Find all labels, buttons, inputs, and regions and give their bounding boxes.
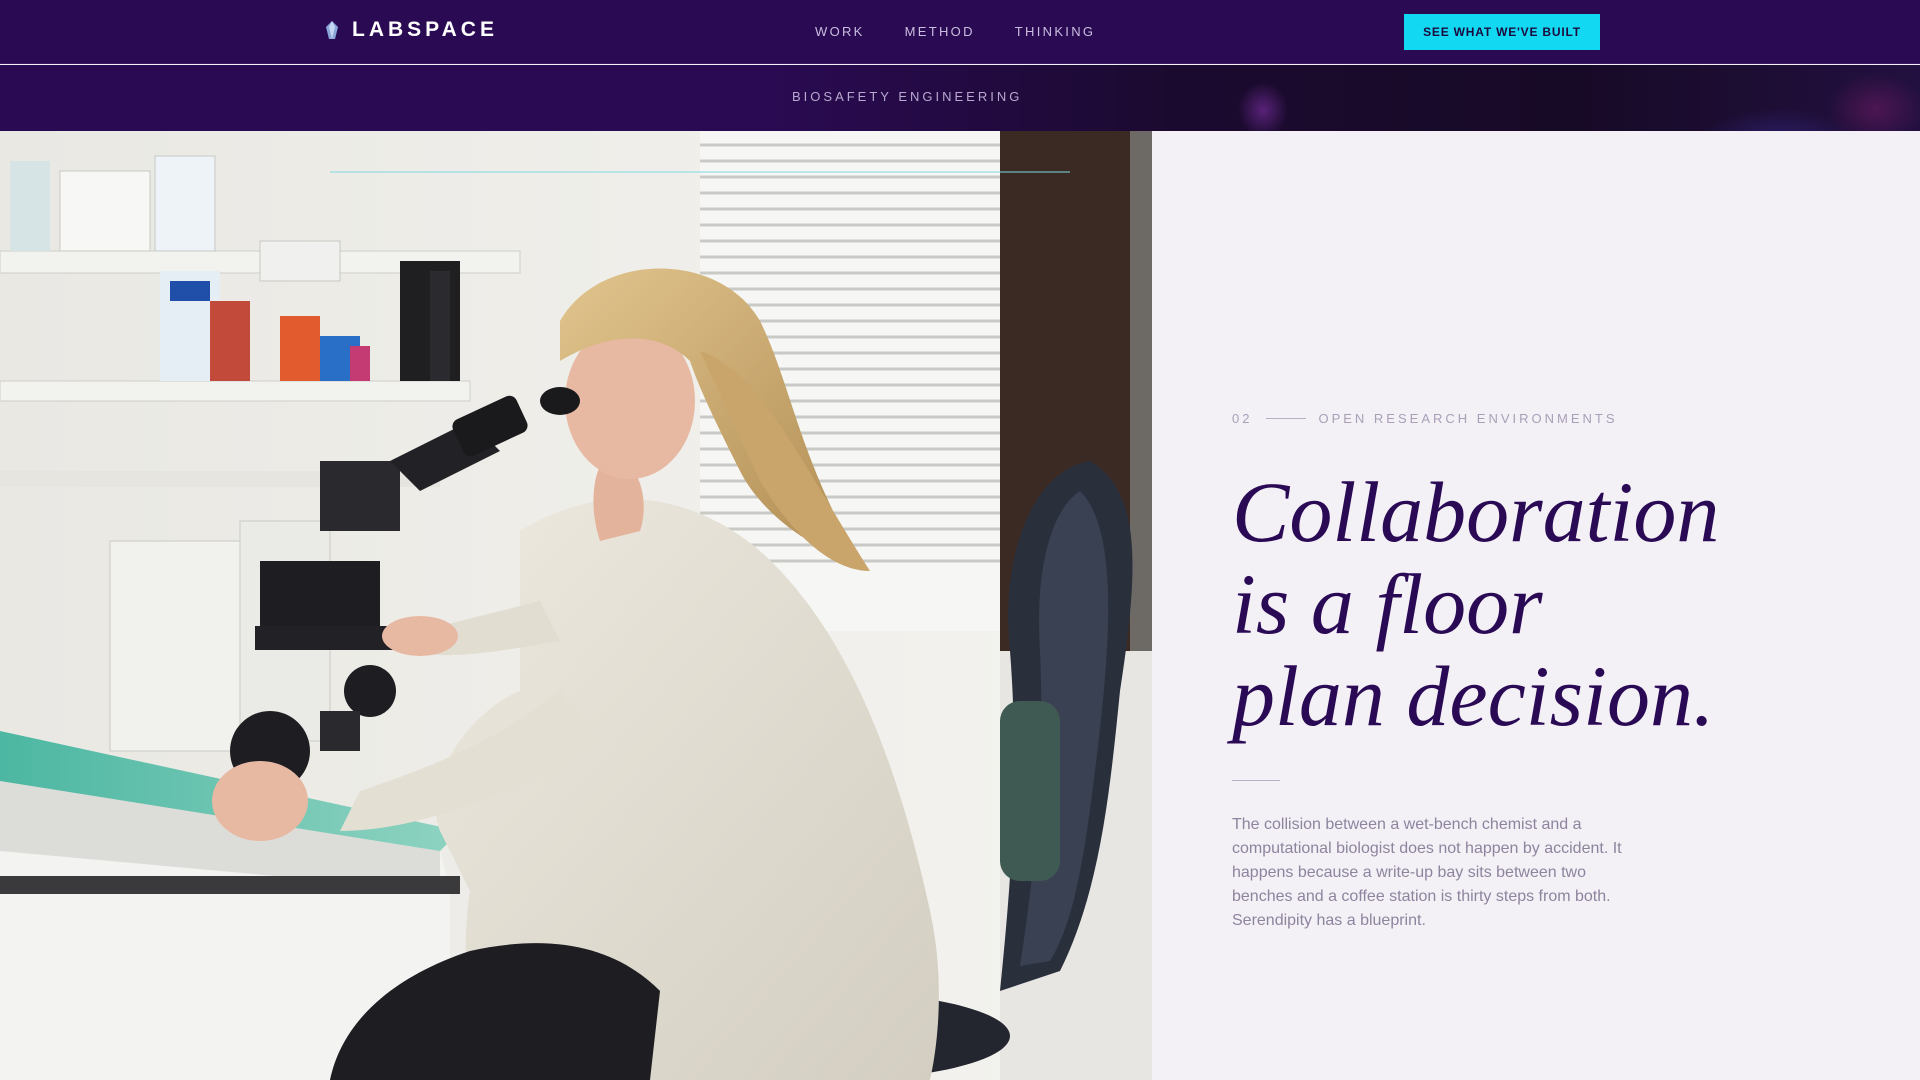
nav-link-thinking[interactable]: THINKING (1015, 24, 1096, 39)
page: LABSPACE WORK METHOD THINKING SEE WHAT W… (0, 0, 1920, 1080)
brand-logo[interactable]: LABSPACE (326, 18, 498, 42)
nav-link-work[interactable]: WORK (815, 24, 865, 39)
eyebrow-divider (1266, 418, 1307, 419)
section-kicker: OPEN RESEARCH ENVIRONMENTS (1318, 411, 1618, 426)
section-number: 02 (1232, 411, 1253, 426)
primary-nav: WORK METHOD THINKING (815, 24, 1135, 39)
feature-panel: 02 OPEN RESEARCH ENVIRONMENTS Collaborat… (1152, 131, 1920, 1080)
lab-scientist-image (0, 131, 1152, 1080)
brand-name: LABSPACE (352, 18, 498, 41)
top-nav: LABSPACE WORK METHOD THINKING SEE WHAT W… (0, 0, 1920, 64)
crystal-icon (326, 21, 338, 39)
headline-line-3: plan decision. (1232, 648, 1715, 744)
headline-line-1: Collaboration (1232, 464, 1720, 560)
body-paragraph: The collision between a wet-bench chemis… (1232, 816, 1622, 929)
nav-link-method[interactable]: METHOD (905, 24, 975, 39)
section-label: BIOSAFETY ENGINEERING (792, 89, 1023, 104)
see-what-weve-built-button[interactable]: SEE WHAT WE'VE BUILT (1404, 14, 1600, 50)
section-eyebrow: 02 OPEN RESEARCH ENVIRONMENTS (1232, 411, 1618, 426)
section-band: BIOSAFETY ENGINEERING (0, 65, 1920, 131)
lab-photo (0, 131, 1152, 1080)
headline-line-2: is a floor (1232, 556, 1543, 652)
page-headline: Collaboration is a floor plan decision. (1232, 466, 1872, 742)
band-image: BIOSAFETY ENGINEERING (768, 65, 1920, 131)
headline-divider (1232, 780, 1280, 781)
